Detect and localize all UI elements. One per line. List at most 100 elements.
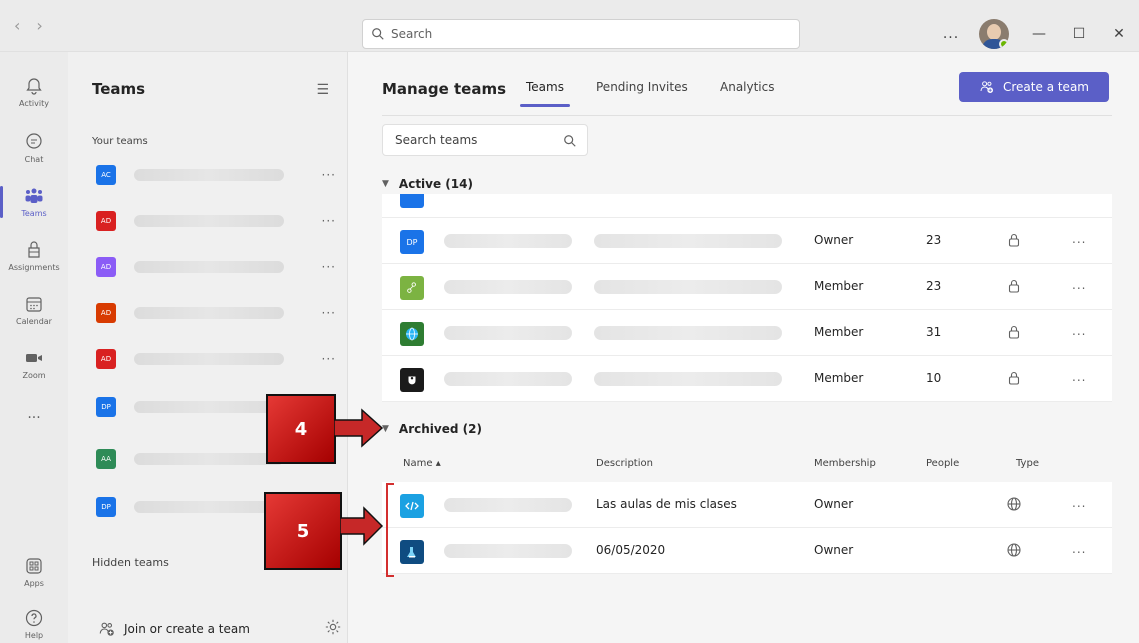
callout-5-arrow-icon [340, 506, 384, 546]
membership-cell: Member [814, 371, 864, 385]
team-list-item[interactable]: AD ··· [96, 346, 336, 372]
membership-cell: Owner [814, 543, 854, 557]
active-group-label: Active (14) [398, 177, 473, 191]
globe-icon [1007, 543, 1021, 557]
table-row[interactable]: Member 23 ... [382, 264, 1112, 310]
team-avatar: DP [96, 397, 116, 417]
rail-item-assignments[interactable]: Assignments [0, 230, 68, 282]
forward-arrow-icon[interactable]: › [36, 16, 42, 35]
archived-group-header[interactable]: ▼ Archived (2) [382, 422, 482, 436]
team-description [594, 280, 782, 294]
archived-teams-table: Las aulas de mis clases Owner ... 06/05/… [382, 482, 1112, 574]
rail-label: Activity [19, 99, 49, 108]
rail-item-zoom[interactable]: Zoom [0, 338, 68, 390]
tab-analytics[interactable]: Analytics [720, 80, 775, 94]
table-row[interactable]: DP Owner 23 ... [382, 218, 1112, 264]
team-list-item[interactable]: AD ··· [96, 300, 336, 326]
team-description [594, 372, 782, 386]
callout-4: 4 [266, 394, 336, 464]
rail-label: Assignments [8, 263, 60, 272]
team-name [444, 372, 572, 386]
more-options-icon[interactable]: ··· [322, 168, 336, 182]
team-avatar: AD [96, 349, 116, 369]
rail-label: Help [24, 631, 44, 640]
apps-icon [26, 558, 42, 574]
team-avatar: AA [96, 449, 116, 469]
more-options-icon[interactable]: ··· [322, 214, 336, 228]
team-description: 06/05/2020 [596, 543, 666, 557]
more-icon: ... [27, 406, 41, 422]
team-avatar: AC [96, 165, 116, 185]
table-row[interactable]: Member 31 ... [382, 310, 1112, 356]
rail-item-calendar[interactable]: Calendar [0, 284, 68, 336]
more-options-icon[interactable]: ... [1072, 370, 1086, 384]
active-group-header[interactable]: ▼ Active (14) [382, 177, 473, 191]
global-search-input[interactable]: Search [362, 19, 800, 49]
rail-item-help[interactable]: Help [0, 598, 68, 643]
column-header-name[interactable]: Name ▴ [403, 458, 441, 469]
join-create-label: Join or create a team [124, 622, 250, 636]
team-list-item[interactable]: AD ··· [96, 254, 336, 280]
team-list-item[interactable]: AC ··· [96, 162, 336, 188]
avatar[interactable] [979, 19, 1009, 49]
gear-icon[interactable] [324, 618, 342, 636]
tab-pending-invites[interactable]: Pending Invites [596, 80, 688, 94]
back-arrow-icon[interactable]: ‹ [14, 16, 20, 35]
table-row[interactable]: Member 10 ... [382, 356, 1112, 402]
app-rail: Activity Chat Teams Assignments Calendar… [0, 52, 68, 643]
table-row[interactable]: Las aulas de mis clases Owner ... [382, 482, 1112, 528]
manage-teams-main: Manage teams Teams Pending Invites Analy… [349, 52, 1139, 643]
teams-panel-title: Teams [92, 80, 146, 98]
more-options-icon[interactable]: ... [933, 26, 969, 42]
video-icon [26, 354, 42, 362]
join-create-team-link[interactable]: Join or create a team [98, 620, 250, 638]
rail-item-activity[interactable]: Activity [0, 66, 68, 118]
membership-cell: Owner [814, 497, 854, 511]
team-avatar: DP [96, 497, 116, 517]
bracket-icon [386, 483, 394, 577]
more-options-icon[interactable]: ... [1072, 542, 1086, 556]
rail-item-apps[interactable]: Apps [0, 546, 68, 598]
minimize-icon[interactable]: — [1019, 26, 1059, 42]
more-options-icon[interactable]: ... [1072, 496, 1086, 510]
more-options-icon[interactable]: ... [1072, 278, 1086, 292]
table-row[interactable]: 06/05/2020 Owner ... [382, 528, 1112, 574]
search-teams-input[interactable]: Search teams [382, 124, 588, 156]
team-list-item[interactable]: AD ··· [96, 208, 336, 234]
page-title: Manage teams [382, 80, 507, 98]
callout-4-arrow-icon [334, 408, 384, 448]
create-team-button[interactable]: Create a team [959, 72, 1109, 102]
search-icon [372, 28, 384, 40]
search-placeholder: Search [391, 27, 433, 41]
assignments-icon [28, 241, 40, 258]
team-name [444, 544, 572, 558]
more-options-icon[interactable]: ··· [322, 352, 336, 366]
column-header-description: Description [596, 458, 653, 469]
table-row[interactable] [382, 194, 1112, 218]
team-avatar [400, 540, 424, 564]
rail-item-teams[interactable]: Teams [0, 176, 68, 228]
lock-icon [1008, 279, 1020, 293]
filter-icon[interactable]: ☰ [316, 82, 329, 98]
people-cell: 23 [926, 279, 942, 293]
team-avatar [400, 322, 424, 346]
hidden-teams-label[interactable]: Hidden teams [92, 556, 169, 569]
help-icon [25, 609, 43, 627]
more-options-icon[interactable]: ··· [322, 260, 336, 274]
team-description [594, 234, 782, 248]
bell-icon [26, 78, 42, 95]
close-icon[interactable]: ✕ [1099, 26, 1139, 42]
more-options-icon[interactable]: ... [1072, 324, 1086, 338]
maximize-icon[interactable]: ☐ [1059, 26, 1099, 42]
rail-item-chat[interactable]: Chat [0, 122, 68, 174]
team-description: Las aulas de mis clases [596, 497, 737, 511]
team-avatar [400, 494, 424, 518]
more-options-icon[interactable]: ... [1072, 232, 1086, 246]
rail-item-more[interactable]: ... [0, 388, 68, 440]
team-avatar [400, 276, 424, 300]
more-options-icon[interactable]: ··· [322, 306, 336, 320]
tab-teams[interactable]: Teams [520, 80, 570, 107]
active-teams-table: DP Owner 23 ... Member 23 ... Member 31 … [382, 194, 1112, 402]
rail-label: Apps [24, 579, 44, 588]
people-add-icon [99, 622, 114, 636]
